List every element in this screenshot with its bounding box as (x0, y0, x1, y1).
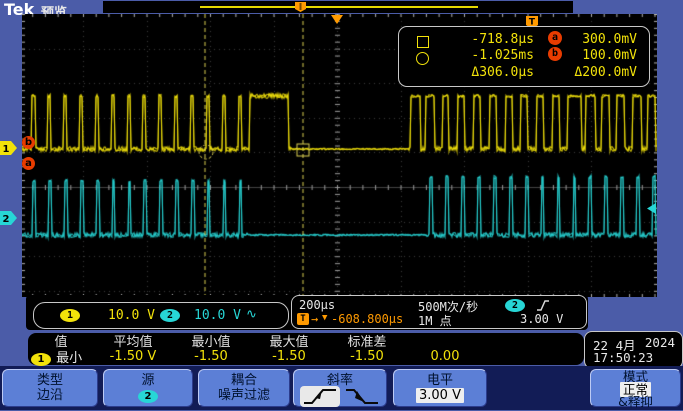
cursor-b-marker: b (22, 136, 35, 149)
delay-arrow: → (311, 312, 318, 326)
menu-type-value: 边沿 (3, 388, 97, 403)
cursor-square-time: -718.8μs (434, 32, 534, 47)
record-length: 1M 点 (418, 312, 452, 329)
channel2-coupling-icon: ∿ (246, 307, 257, 322)
meas-header-min: 最小值 (172, 331, 250, 350)
cursor-circle-time: -1.025ms (434, 48, 534, 63)
falling-slope-icon[interactable] (344, 386, 380, 407)
record-view-line (200, 6, 478, 8)
cursor-a-level: 300.0mV (539, 32, 637, 47)
trigger-t-badge: T (297, 313, 309, 325)
delay-marker: ▼ (322, 313, 327, 323)
channel1-marker: 1 (0, 141, 17, 155)
trigger-level-arrow-icon (647, 203, 656, 214)
meas-channel-badge: 1 (31, 353, 51, 366)
measurement-bar: 值 平均值 最小值 最大值 标准差 1 最小 -1.50 V -1.50 -1.… (28, 333, 584, 365)
channel1-badge: 1 (60, 309, 80, 322)
meas-header-std: 标准差 (328, 331, 406, 350)
channel2-scale: 10.0 V (194, 308, 241, 323)
meas-header-max: 最大值 (250, 331, 328, 350)
menu-level-value: 3.00 V (416, 388, 464, 403)
menu-type-button[interactable]: 类型 边沿 (2, 369, 98, 407)
menu-source-label: 源 (104, 373, 192, 388)
time-label: 17:50:23 (593, 350, 653, 365)
cursor-readout-box: -718.8μs -1.025ms Δ306.0μs a b 300.0mV 1… (398, 26, 650, 87)
square-cursor-icon (417, 36, 429, 48)
channel1-scale: 10.0 V (108, 308, 155, 323)
menu-coupling-label: 耦合 (199, 373, 289, 388)
menu-mode-button[interactable]: 模式 正常 &释抑 (590, 369, 681, 407)
datetime-box: 22 4月 2024 17:50:23 (584, 331, 683, 369)
trigger-source-badge: 2 (505, 299, 525, 312)
cursor-delta-time: Δ306.0μs (434, 65, 534, 80)
menu-level-button[interactable]: 电平 3.00 V (393, 369, 487, 407)
meas-value: -1.50 V (94, 349, 172, 364)
delay-value: -608.800μs (331, 312, 403, 326)
circle-cursor-icon (416, 52, 429, 65)
menu-slope-button[interactable]: 斜率 (293, 369, 387, 407)
record-trigger-marker-icon (294, 1, 307, 13)
record-view-bar (103, 1, 573, 13)
cursor-delta-level: Δ200.0mV (539, 65, 637, 80)
menu-source-badge: 2 (138, 390, 158, 403)
channel2-badge: 2 (160, 309, 180, 322)
meas-name: 最小 (56, 351, 82, 366)
meas-header-mean: 平均值 (94, 331, 172, 350)
horizontal-readout-bar: 200μs 500M次/秒 2 T → ▼ -608.800μs 1M 点 3.… (291, 295, 587, 329)
menu-type-label: 类型 (3, 373, 97, 388)
channel-scale-bar: 1 10.0 V 2 10.0 V ∿ (33, 302, 289, 329)
cursor-b-level: 100.0mV (539, 48, 637, 63)
meas-max: -1.50 (328, 349, 406, 364)
trigger-level-value: 3.00 V (520, 312, 563, 326)
menu-level-label: 电平 (394, 373, 486, 388)
menu-coupling-button[interactable]: 耦合 噪声过滤 (198, 369, 290, 407)
svg-text:2: 2 (3, 214, 10, 225)
expansion-point-icon (331, 15, 343, 24)
meas-min: -1.50 (250, 349, 328, 364)
oscilloscope-screen: { "header": {"brand": "Tek", "mode": "预览… (0, 0, 683, 410)
meas-std: 0.00 (406, 349, 484, 364)
menu-mode-value2: &释抑 (591, 396, 680, 409)
menu-coupling-value: 噪声过滤 (199, 388, 289, 403)
cursor-a-marker: a (22, 157, 35, 170)
year-label: 2024 (645, 335, 675, 350)
meas-mean: -1.50 (172, 349, 250, 364)
menu-source-button[interactable]: 源 2 (103, 369, 193, 407)
svg-text:1: 1 (3, 144, 10, 155)
time-scale: 200μs (299, 298, 335, 312)
rising-slope-icon[interactable] (300, 386, 340, 407)
trigger-slope-icon (536, 299, 550, 312)
channel2-marker: 2 (0, 211, 17, 225)
